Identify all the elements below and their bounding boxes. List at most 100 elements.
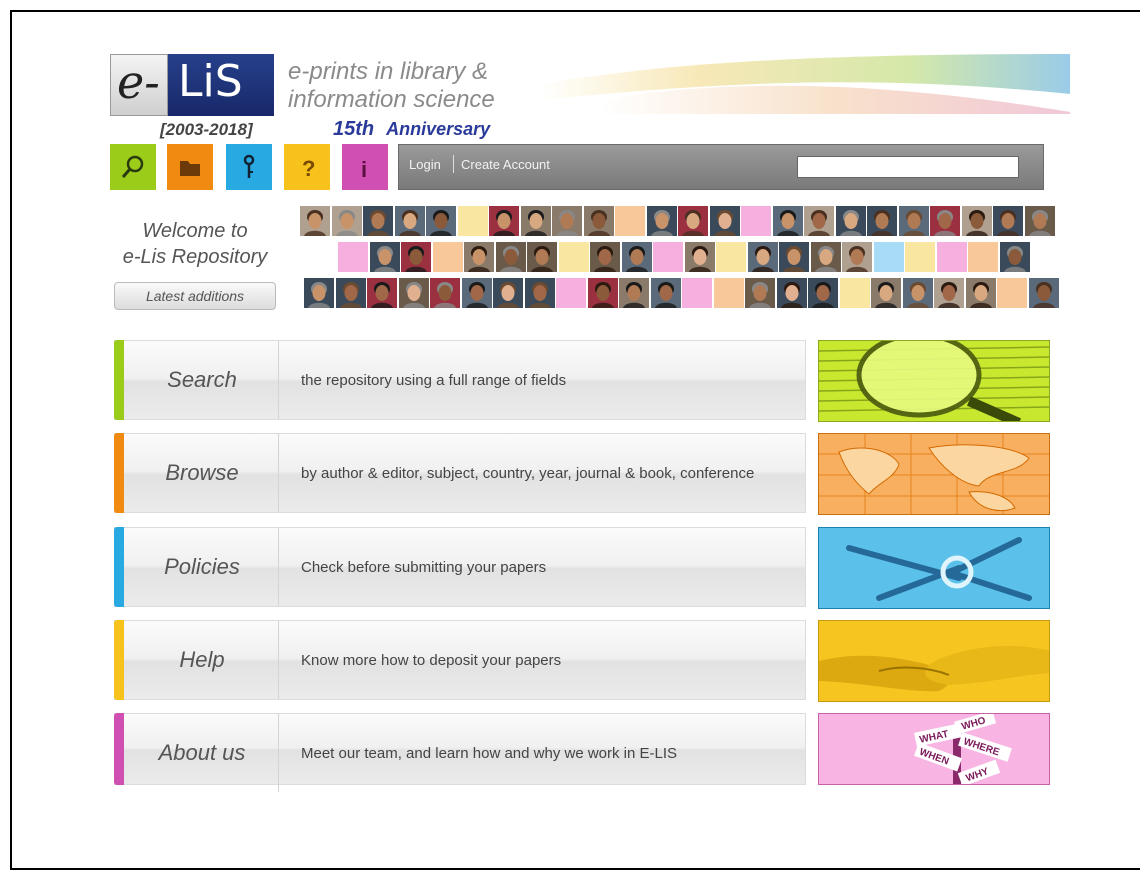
contributor-photo[interactable]	[776, 278, 807, 308]
contributor-photo[interactable]	[524, 278, 555, 308]
mosaic-color-tile[interactable]	[905, 242, 935, 272]
contributor-photo[interactable]	[965, 278, 996, 308]
contributor-photo[interactable]	[871, 278, 901, 308]
contributor-photo[interactable]	[621, 242, 652, 272]
mosaic-color-tile[interactable]	[936, 242, 967, 272]
contributor-photo[interactable]	[898, 206, 929, 236]
contributor-photo[interactable]	[430, 278, 460, 308]
contributor-photo[interactable]	[810, 242, 841, 272]
contributor-photo[interactable]	[304, 278, 334, 308]
browse-thumbnail-map[interactable]	[818, 433, 1050, 515]
contributor-photo[interactable]	[993, 206, 1023, 236]
search-input[interactable]	[797, 156, 1019, 178]
contributor-photo[interactable]	[961, 206, 992, 236]
search-icon	[121, 155, 144, 178]
mosaic-color-tile[interactable]	[713, 278, 744, 308]
svg-text:i: i	[361, 157, 367, 182]
contributor-photo[interactable]	[1024, 206, 1055, 236]
contributor-photo[interactable]	[779, 242, 809, 272]
mosaic-color-tile[interactable]	[741, 206, 771, 236]
section-row-search[interactable]: Search the repository using a full range…	[114, 340, 806, 420]
contributor-photo[interactable]	[646, 206, 677, 236]
help-section-label[interactable]: Help	[125, 621, 279, 699]
contributor-photo[interactable]	[650, 278, 681, 308]
question-icon: ?	[302, 156, 315, 181]
contributor-photo[interactable]	[369, 242, 400, 272]
section-row-help[interactable]: Help Know more how to deposit your paper…	[114, 620, 806, 700]
mosaic-color-tile[interactable]	[716, 242, 746, 272]
browse-section-label[interactable]: Browse	[125, 434, 279, 512]
contributor-photo[interactable]	[552, 206, 582, 236]
contributor-photo[interactable]	[363, 206, 393, 236]
contributor-photo[interactable]	[493, 278, 523, 308]
mosaic-color-tile[interactable]	[873, 242, 904, 272]
contributor-photo[interactable]	[583, 206, 614, 236]
mosaic-color-tile[interactable]	[338, 242, 368, 272]
folder-icon-button[interactable]	[167, 144, 213, 190]
contributor-photo[interactable]	[745, 278, 775, 308]
contributor-photo[interactable]	[804, 206, 834, 236]
contributor-photo[interactable]	[684, 242, 715, 272]
search-thumbnail-magnifier[interactable]	[818, 340, 1050, 422]
contributor-photo[interactable]	[464, 242, 494, 272]
contributor-photo[interactable]	[461, 278, 492, 308]
contributor-photo[interactable]	[999, 242, 1030, 272]
mosaic-color-tile[interactable]	[558, 242, 589, 272]
mosaic-color-tile[interactable]	[968, 242, 998, 272]
contributor-photo[interactable]	[835, 206, 866, 236]
mosaic-color-tile[interactable]	[556, 278, 586, 308]
mosaic-color-tile[interactable]	[615, 206, 645, 236]
login-link[interactable]: Login	[409, 157, 441, 172]
contributor-photo[interactable]	[619, 278, 649, 308]
mosaic-color-tile[interactable]	[839, 278, 870, 308]
elis-logo[interactable]: e- LiS	[110, 54, 274, 116]
contributor-photo[interactable]	[495, 242, 526, 272]
contributor-photo[interactable]	[867, 206, 897, 236]
policies-section-label[interactable]: Policies	[125, 528, 279, 606]
mosaic-color-tile[interactable]	[457, 206, 488, 236]
question-icon-button[interactable]: ?	[284, 144, 330, 190]
contributor-photo[interactable]	[394, 206, 425, 236]
create-account-link[interactable]: Create Account	[461, 157, 550, 172]
about-section-label[interactable]: About us	[125, 714, 279, 792]
search-section-label[interactable]: Search	[125, 341, 279, 419]
help-thumbnail-handshake[interactable]	[818, 620, 1050, 702]
contributor-photo[interactable]	[401, 242, 431, 272]
row-divider	[278, 714, 279, 792]
info-icon-button[interactable]: i	[342, 144, 388, 190]
key-icon-button[interactable]	[226, 144, 272, 190]
section-row-policies[interactable]: Policies Check before submitting your pa…	[114, 527, 806, 607]
contributor-photo[interactable]	[331, 206, 362, 236]
contributor-photo[interactable]	[930, 206, 960, 236]
contributor-photo[interactable]	[335, 278, 366, 308]
svg-text:?: ?	[302, 156, 315, 181]
latest-additions-button[interactable]: Latest additions	[114, 282, 276, 310]
contributor-photo[interactable]	[678, 206, 708, 236]
contributor-photo[interactable]	[747, 242, 778, 272]
policies-thumbnail-keys[interactable]	[818, 527, 1050, 609]
contributor-photo[interactable]	[902, 278, 933, 308]
search-icon-button[interactable]	[110, 144, 156, 190]
contributor-photo[interactable]	[772, 206, 803, 236]
contributor-photo[interactable]	[808, 278, 838, 308]
contributor-photo[interactable]	[426, 206, 456, 236]
contributor-photo[interactable]	[842, 242, 872, 272]
contributor-photo[interactable]	[587, 278, 618, 308]
contributor-photo[interactable]	[1028, 278, 1059, 308]
mosaic-color-tile[interactable]	[682, 278, 712, 308]
contributor-photo[interactable]	[489, 206, 519, 236]
section-row-about[interactable]: About us Meet our team, and learn how an…	[114, 713, 806, 792]
contributor-photo[interactable]	[709, 206, 740, 236]
mosaic-color-tile[interactable]	[997, 278, 1027, 308]
contributor-photo[interactable]	[367, 278, 397, 308]
contributor-photo[interactable]	[934, 278, 964, 308]
contributor-photo[interactable]	[300, 206, 330, 236]
mosaic-color-tile[interactable]	[432, 242, 463, 272]
contributor-photo[interactable]	[527, 242, 557, 272]
contributor-photo[interactable]	[520, 206, 551, 236]
contributor-photo[interactable]	[590, 242, 620, 272]
section-row-browse[interactable]: Browse by author & editor, subject, coun…	[114, 433, 806, 513]
contributor-photo[interactable]	[398, 278, 429, 308]
about-thumbnail-signpost[interactable]: WHAT WHERE WHEN WHY WHO	[818, 713, 1050, 785]
mosaic-color-tile[interactable]	[653, 242, 683, 272]
